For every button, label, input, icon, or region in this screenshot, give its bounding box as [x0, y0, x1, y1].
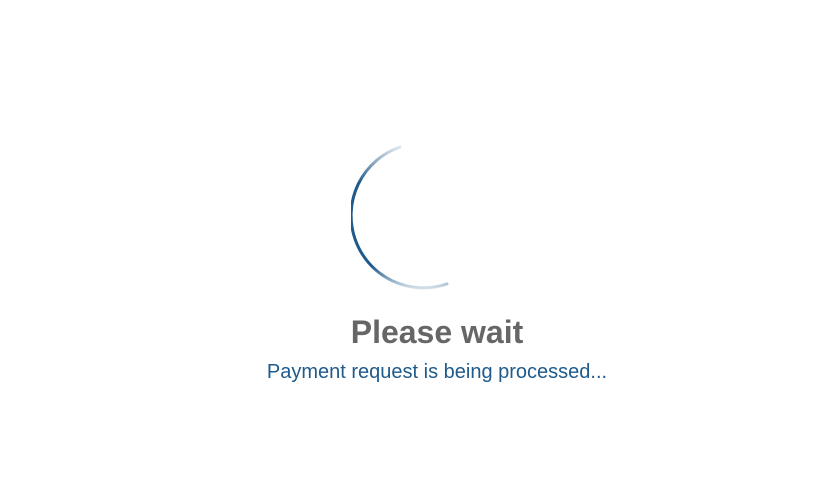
page-title: Please wait	[350, 314, 524, 350]
status-message: Payment request is being processed...	[266, 361, 608, 383]
processing-page: Please wait Payment request is being pro…	[0, 0, 817, 504]
loading-spinner-icon	[351, 143, 499, 291]
